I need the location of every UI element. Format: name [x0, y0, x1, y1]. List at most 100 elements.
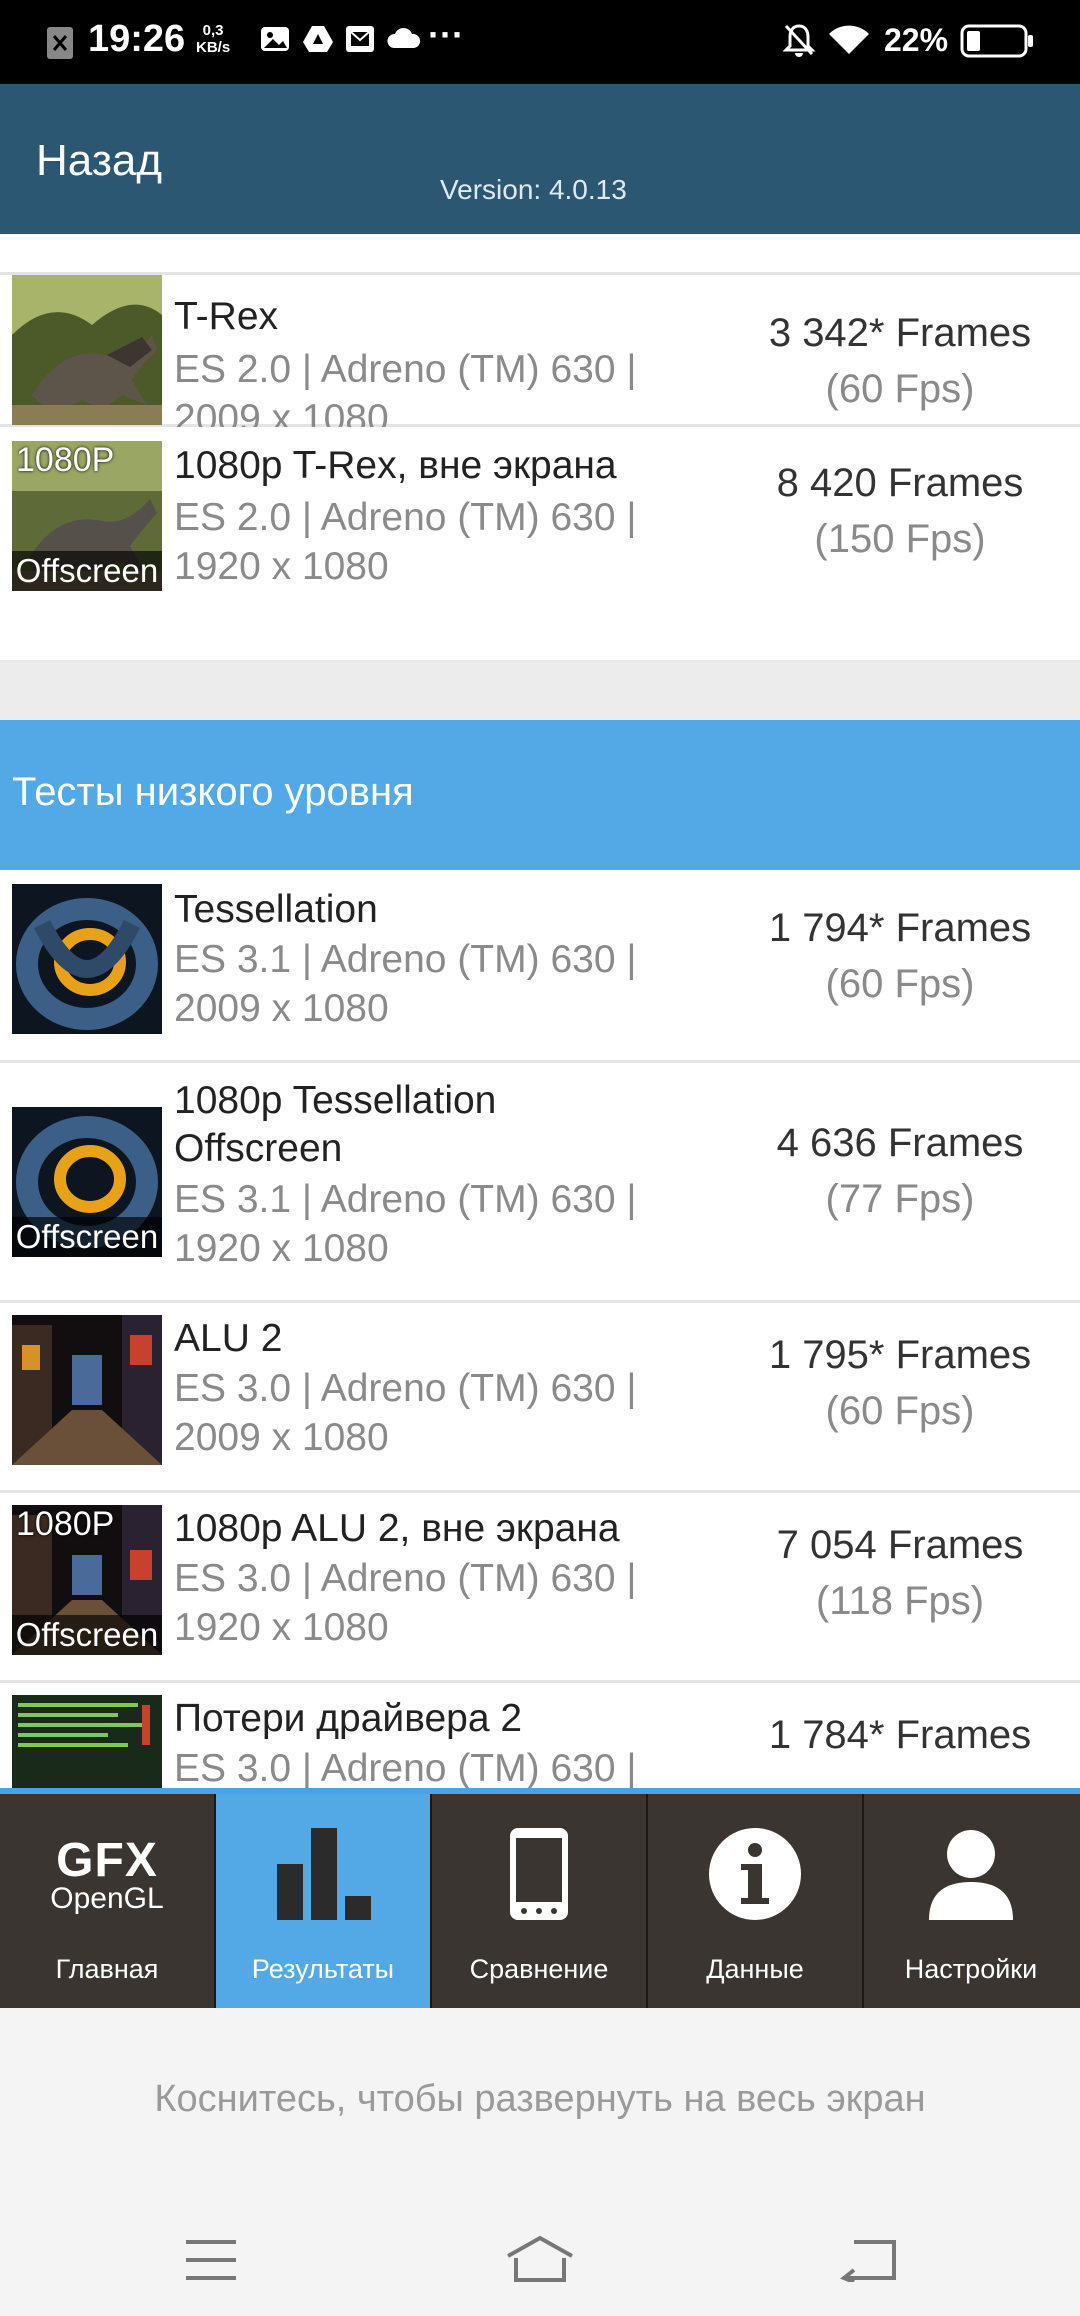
result-score: 1 784* Frames: [740, 1707, 1060, 1763]
result-frames: 7 054 Frames: [776, 1523, 1024, 1567]
app-header: Назад Version: 4.0.13: [0, 84, 1080, 234]
result-resolution: 1920 x 1080: [174, 1227, 389, 1270]
more-notifications-icon: ···: [428, 14, 464, 55]
nav-home[interactable]: GFX OpenGL Главная: [0, 1794, 216, 2008]
result-title: 1080p Tessellation: [174, 1079, 497, 1122]
result-resolution: 1920 x 1080: [174, 234, 389, 243]
close-notification-icon: [47, 27, 73, 59]
result-row-tessellation[interactable]: Tessellation ES 3.1 | Adreno (TM) 630 | …: [0, 870, 1080, 1063]
result-row-alu2[interactable]: ALU 2 ES 3.0 | Adreno (TM) 630 | 2009 x …: [0, 1303, 1080, 1493]
gfx-logo-top: GFX: [56, 1834, 158, 1887]
result-title: 1080p ALU 2, вне экрана: [174, 1507, 620, 1550]
result-row-partial[interactable]: 1920 x 1080: [0, 234, 1080, 275]
gfx-logo-icon: GFX OpenGL: [27, 1834, 187, 1915]
result-api: ES 2.0 | Adreno (TM) 630 |: [174, 496, 637, 539]
nav-settings-label: Настройки: [904, 1954, 1038, 1984]
cloud-icon: [387, 27, 421, 48]
result-fps: (150 Fps): [814, 517, 986, 561]
section-gap: [0, 660, 1080, 720]
battery-percent: 22%: [884, 22, 949, 58]
nav-results-label: Результаты: [251, 1954, 395, 1984]
badge-1080p: 1080P: [16, 1505, 115, 1543]
result-frames: 8 420 Frames: [776, 461, 1024, 505]
badge-offscreen: Offscreen: [12, 551, 162, 591]
result-fps: (60 Fps): [825, 962, 975, 1006]
battery-icon: [960, 24, 1033, 58]
mute-bell-icon: [782, 24, 816, 57]
result-fps: (77 Fps): [825, 1177, 975, 1221]
result-resolution: 2009 x 1080: [174, 1416, 389, 1459]
alu2-offscreen-thumbnail: 1080P Offscreen: [12, 1505, 162, 1655]
result-row-trex[interactable]: T-Rex ES 2.0 | Adreno (TM) 630 | 2009 x …: [0, 275, 1080, 440]
result-title: Потери драйвера 2: [174, 1697, 523, 1740]
fullscreen-hint-area[interactable]: Коснитесь, чтобы развернуть на весь экра…: [0, 2008, 1080, 2316]
result-row-alu2-offscreen[interactable]: 1080P Offscreen 1080p ALU 2, вне экрана …: [0, 1493, 1080, 1683]
trex-offscreen-thumbnail: 1080P Offscreen: [12, 441, 162, 591]
network-speed: 0,3 KB/s: [196, 22, 230, 56]
gallery-icon: [261, 27, 289, 51]
result-frames: 3 342* Frames: [768, 311, 1032, 355]
nav-results[interactable]: Результаты: [216, 1794, 432, 2008]
nav-compare-label: Сравнение: [469, 1954, 609, 1984]
nav-compare[interactable]: Сравнение: [432, 1794, 648, 2008]
driver-overhead-thumbnail: [12, 1695, 162, 1788]
wifi-icon: [829, 25, 869, 54]
result-resolution: 2009 x 1080: [174, 987, 389, 1030]
mail-icon: [346, 26, 374, 52]
bar-chart-icon: [277, 1828, 371, 1920]
result-title: T-Rex: [174, 295, 279, 338]
gfx-logo-bottom: OpenGL: [50, 1882, 164, 1915]
nav-info-label: Данные: [706, 1954, 804, 1984]
result-api: ES 3.0 | Adreno (TM) 630 |: [174, 1747, 637, 1788]
result-api: ES 3.0 | Adreno (TM) 630 |: [174, 1557, 637, 1600]
alu2-thumbnail: [12, 1315, 162, 1465]
result-api: ES 3.1 | Adreno (TM) 630 |: [174, 1178, 637, 1221]
nav-home-label: Главная: [55, 1954, 159, 1984]
fullscreen-hint: Коснитесь, чтобы развернуть на весь экра…: [154, 2078, 926, 2120]
speed-unit: KB/s: [196, 39, 231, 56]
result-row-driver-overhead2[interactable]: Потери драйвера 2 ES 3.0 | Adreno (TM) 6…: [0, 1683, 1080, 1788]
drive-icon: [303, 26, 333, 52]
result-fps: (118 Fps): [815, 1579, 985, 1623]
result-resolution: 1920 x 1080: [174, 1606, 389, 1649]
badge-1080p: 1080P: [16, 441, 115, 479]
result-api: ES 3.1 | Adreno (TM) 630 |: [174, 938, 637, 981]
tessellation-thumbnail: [12, 884, 162, 1034]
tessellation-offscreen-thumbnail: Offscreen: [12, 1107, 162, 1257]
result-frames: 1 784* Frames: [768, 1713, 1032, 1757]
nav-info[interactable]: Данные: [648, 1794, 864, 2008]
menu-icon[interactable]: [184, 2238, 238, 2282]
result-title: ALU 2: [174, 1317, 283, 1360]
home-icon[interactable]: [504, 2234, 576, 2284]
result-api: ES 2.0 | Adreno (TM) 630 |: [174, 348, 637, 391]
version-label: Version: 4.0.13: [440, 174, 627, 205]
status-bar: 19:26 0,3 KB/s ··· 22%: [0, 0, 1080, 84]
section-title: Тесты низкого уровня: [12, 770, 414, 814]
result-row-trex-offscreen[interactable]: 1080P Offscreen 1080p T-Rex, вне экрана …: [0, 427, 1080, 617]
clock: 19:26: [88, 18, 186, 60]
result-score: 1 795* Frames (60 Fps): [740, 1327, 1060, 1439]
bottom-navigation: GFX OpenGL Главная Результаты Сравнение …: [0, 1794, 1080, 2008]
result-resolution: 1920 x 1080: [174, 545, 389, 588]
back-button[interactable]: Назад: [36, 136, 162, 186]
result-title: 1080p T-Rex, вне экрана: [174, 444, 617, 487]
nav-settings[interactable]: Настройки: [864, 1794, 1078, 2008]
results-list[interactable]: 1920 x 1080 T-Rex ES 2.0 | Adreno (TM) 6…: [0, 234, 1080, 1788]
result-score: 1 794* Frames (60 Fps): [740, 900, 1060, 1012]
badge-offscreen: Offscreen: [12, 1615, 162, 1655]
back-icon[interactable]: [840, 2238, 898, 2282]
badge-offscreen: Offscreen: [12, 1217, 162, 1257]
result-score: 3 342* Frames (60 Fps): [740, 305, 1060, 417]
result-frames: 1 794* Frames: [768, 906, 1032, 950]
result-fps: (60 Fps): [825, 1389, 975, 1433]
section-header: Тесты низкого уровня: [0, 720, 1080, 870]
result-score: 7 054 Frames (118 Fps): [740, 1517, 1060, 1629]
result-row-tessellation-offscreen[interactable]: Offscreen 1080p Tessellation Offscreen E…: [0, 1063, 1080, 1303]
result-api: ES 3.0 | Adreno (TM) 630 |: [174, 1367, 637, 1410]
result-fps: (60 Fps): [825, 367, 975, 411]
user-icon: [929, 1830, 1013, 1920]
result-title: Tessellation: [174, 888, 378, 931]
phone-icon: [510, 1828, 568, 1920]
result-frames: 1 795* Frames: [768, 1333, 1032, 1377]
trex-thumbnail: [12, 275, 162, 425]
